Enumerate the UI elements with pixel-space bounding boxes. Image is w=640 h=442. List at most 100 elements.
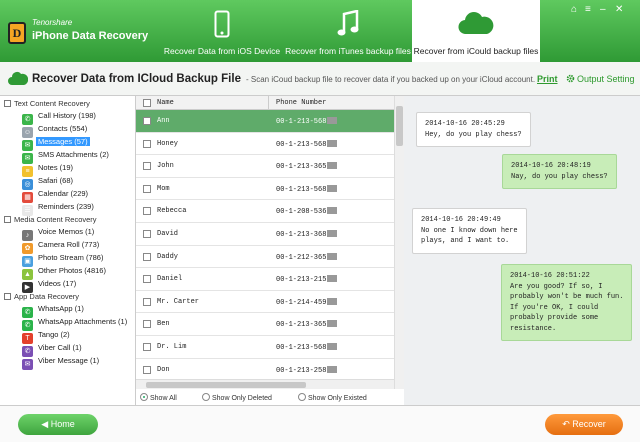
- table-row[interactable]: David 00-1-213-368: [136, 223, 394, 246]
- row-checkbox[interactable]: [143, 365, 151, 374]
- print-link[interactable]: Print: [537, 74, 558, 84]
- show-existed-radio[interactable]: Show Only Existed: [298, 393, 367, 402]
- contact-phone: 00-1-213-258: [276, 365, 338, 375]
- table-row[interactable]: John 00-1-213-365: [136, 155, 394, 178]
- row-checkbox[interactable]: [143, 230, 151, 238]
- row-checkbox[interactable]: [143, 252, 151, 261]
- category-group[interactable]: App Data Recovery: [4, 292, 79, 304]
- contact-name: Daniel: [157, 275, 183, 284]
- category-item[interactable]: ✆ Call History (198): [22, 111, 98, 125]
- category-item[interactable]: ♪ Voice Memos (1): [22, 227, 96, 241]
- home-icon[interactable]: ⌂: [571, 5, 577, 15]
- category-item[interactable]: T Tango (2): [22, 330, 72, 344]
- vertical-scrollbar[interactable]: [394, 96, 404, 389]
- show-all-radio[interactable]: Show All: [140, 393, 177, 402]
- table-row[interactable]: Honey 00-1-213-568: [136, 133, 394, 156]
- category-label: Calendar (229): [38, 189, 89, 198]
- contact-phone: 00-1-213-568: [276, 184, 338, 194]
- tab-label: Recover from iCould backup files: [413, 46, 539, 56]
- category-label: WhatsApp (1): [38, 304, 84, 313]
- scroll-thumb[interactable]: [146, 382, 306, 388]
- category-item[interactable]: ≡ Notes (19): [22, 163, 75, 177]
- row-checkbox[interactable]: [143, 162, 151, 171]
- show-all-label: Show All: [150, 395, 177, 402]
- output-setting-button[interactable]: Output Setting: [566, 74, 635, 84]
- music-note-icon: [337, 10, 359, 36]
- category-item[interactable]: ✆ WhatsApp (1): [22, 304, 86, 318]
- tab-itunes-backup[interactable]: Recover from iTunes backup files: [284, 0, 412, 62]
- contact-name: Ben: [157, 320, 170, 329]
- menu-icon[interactable]: ≡: [585, 5, 591, 15]
- category-item[interactable]: ☺ Contacts (554): [22, 124, 89, 138]
- recover-button[interactable]: ↶ Recover: [545, 414, 623, 435]
- row-checkbox[interactable]: [143, 343, 151, 351]
- close-icon[interactable]: ✕: [615, 5, 623, 15]
- minimize-icon[interactable]: –: [600, 5, 606, 15]
- tab-ios-device[interactable]: Recover Data from iOS Device: [160, 0, 284, 62]
- category-label: Notes (19): [38, 163, 74, 172]
- message-bubble-sent: 2014-10-16 20:51:22 Are you good? If so,…: [501, 264, 633, 341]
- category-label: Tango (2): [38, 330, 70, 339]
- row-checkbox[interactable]: [143, 207, 151, 216]
- category-item[interactable]: ◎ Safari (68): [22, 176, 75, 190]
- home-button[interactable]: ◀ Home: [18, 414, 98, 435]
- scroll-thumb[interactable]: [396, 106, 403, 146]
- tab-label: Recover Data from iOS Device: [163, 46, 281, 56]
- table-row[interactable]: Mr. Carter 00-1-214-459: [136, 291, 394, 314]
- row-checkbox[interactable]: [143, 117, 151, 125]
- table-row[interactable]: Don 00-1-213-258: [136, 359, 394, 382]
- footer-bar: ◀ Home ↶ Recover: [0, 405, 640, 442]
- category-label: Videos (17): [38, 279, 77, 288]
- row-checkbox[interactable]: [143, 139, 151, 148]
- contact-name: Rebecca: [157, 207, 187, 216]
- table-row[interactable]: Ben 00-1-213-365: [136, 313, 394, 336]
- output-setting-label: Output Setting: [577, 74, 635, 84]
- group-checkbox[interactable]: [4, 293, 11, 300]
- tab-icloud-backup[interactable]: Recover from iCould backup files: [412, 0, 540, 62]
- category-group[interactable]: Media Content Recovery: [4, 215, 97, 227]
- show-deleted-label: Show Only Deleted: [212, 395, 272, 402]
- category-item[interactable]: ✉ Viber Message (1): [22, 356, 101, 370]
- table-row[interactable]: Mom 00-1-213-568: [136, 178, 394, 201]
- contact-phone: 00-1-213-568: [276, 139, 338, 149]
- message-bubble-sent: 2014-10-16 20:48:19 Nay, do you play che…: [502, 154, 617, 189]
- contact-name: John: [157, 162, 174, 171]
- table-row[interactable]: Daniel 00-1-213-215: [136, 268, 394, 291]
- contact-phone: 00-1-213-368: [276, 230, 338, 239]
- row-checkbox[interactable]: [143, 275, 151, 284]
- redaction-block: [327, 162, 338, 170]
- category-item[interactable]: ☰ Reminders (239): [22, 202, 96, 216]
- contact-name: Dr. Lim: [157, 343, 187, 351]
- category-item[interactable]: ▦ Calendar (229): [22, 189, 90, 203]
- category-item[interactable]: ▲ Other Photos (4816): [22, 266, 108, 280]
- horizontal-scrollbar[interactable]: [136, 379, 394, 389]
- category-item[interactable]: ✆ Viber Call (1): [22, 343, 84, 357]
- category-item[interactable]: ✆ WhatsApp Attachments (1): [22, 317, 129, 331]
- table-row[interactable]: Ann 00-1-213-568: [136, 110, 394, 133]
- page-description: - Scan iCoud backup file to recover data…: [246, 75, 536, 84]
- group-checkbox[interactable]: [4, 100, 11, 107]
- category-sidebar: Text Content Recovery ✆ Call History (198)…: [0, 96, 136, 405]
- category-item[interactable]: ✉ SMS Attachments (2): [22, 150, 111, 164]
- category-item[interactable]: ▣ Photo Stream (786): [22, 253, 105, 267]
- show-deleted-radio[interactable]: Show Only Deleted: [202, 393, 272, 402]
- category-item[interactable]: ✿ Camera Roll (773): [22, 240, 101, 254]
- group-label: App Data Recovery: [14, 292, 80, 301]
- category-item[interactable]: ▶ Videos (17): [22, 279, 78, 293]
- table-row[interactable]: Dr. Lim 00-1-213-568: [136, 336, 394, 359]
- select-all-checkbox[interactable]: [143, 99, 151, 107]
- group-checkbox[interactable]: [4, 216, 11, 223]
- column-header-phone: Phone Number: [276, 99, 327, 107]
- phone-number: 00-1-212-365: [276, 253, 327, 262]
- column-divider: [268, 96, 269, 110]
- table-row[interactable]: Rebecca 00-1-208-536: [136, 200, 394, 223]
- category-item[interactable]: ✉ Messages (57): [22, 137, 90, 151]
- page-title: Recover Data from ICloud Backup File: [32, 73, 241, 85]
- contact-phone: 00-1-214-459: [276, 297, 338, 307]
- row-checkbox[interactable]: [143, 297, 151, 306]
- table-row[interactable]: Daddy 00-1-212-365: [136, 246, 394, 269]
- row-checkbox[interactable]: [143, 184, 151, 193]
- brand-vendor: Tenorshare: [32, 18, 73, 27]
- row-checkbox[interactable]: [143, 320, 151, 329]
- category-group[interactable]: Text Content Recovery: [4, 99, 90, 111]
